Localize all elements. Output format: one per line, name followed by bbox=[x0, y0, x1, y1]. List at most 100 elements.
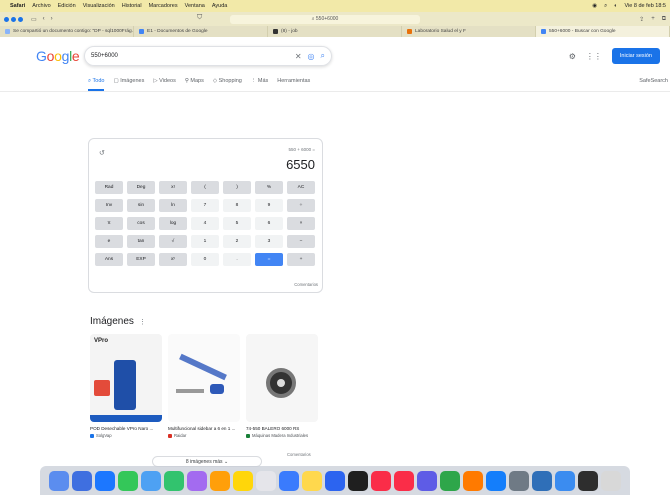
search-icon[interactable]: ⌕ bbox=[321, 51, 325, 61]
calculator-key[interactable]: sin bbox=[127, 199, 155, 212]
calculator-key[interactable]: 3 bbox=[255, 235, 283, 248]
calculator-key[interactable]: AC bbox=[287, 181, 315, 194]
calculator-key[interactable]: cos bbox=[127, 217, 155, 230]
dock-app-icon[interactable] bbox=[72, 470, 92, 491]
search-tab[interactable]: ◇ Shopping bbox=[213, 78, 242, 91]
search-tab[interactable]: ⋮ Más bbox=[251, 78, 268, 91]
forward-icon[interactable]: › bbox=[51, 16, 53, 23]
menu-item[interactable]: Visualización bbox=[83, 3, 115, 9]
calculator-key[interactable]: Rad bbox=[95, 181, 123, 194]
dock-app-icon[interactable] bbox=[141, 470, 161, 491]
image-card[interactable]: VPro POD Desechable VPro Naro ... SolgVa… bbox=[90, 334, 162, 438]
dock-app-icon[interactable] bbox=[279, 470, 299, 491]
dock-app-icon[interactable] bbox=[509, 470, 529, 491]
calculator-key[interactable]: xʸ bbox=[159, 253, 187, 266]
image-caption[interactable]: 74-550 BALERO 6000 RS bbox=[246, 426, 318, 431]
dock-app-icon[interactable] bbox=[440, 470, 460, 491]
calculator-key[interactable]: π bbox=[95, 217, 123, 230]
dock-app-icon[interactable] bbox=[371, 470, 391, 491]
dock-app-icon[interactable] bbox=[532, 470, 552, 491]
gear-icon[interactable]: ⚙ bbox=[569, 52, 576, 61]
search-tab[interactable]: ⌕ Todo bbox=[88, 78, 105, 91]
minimize-window-icon[interactable] bbox=[11, 16, 16, 22]
apps-icon[interactable]: ⋮⋮ bbox=[586, 52, 602, 61]
menu-item[interactable]: Edición bbox=[58, 3, 76, 9]
calculator-key[interactable]: tan bbox=[127, 235, 155, 248]
calculator-key[interactable]: 9 bbox=[255, 199, 283, 212]
image-source[interactable]: Máquinas Madera Industriales bbox=[246, 433, 318, 438]
dock-app-icon[interactable] bbox=[578, 470, 598, 491]
more-options-icon[interactable]: ⋮ bbox=[139, 319, 146, 326]
menu-item[interactable]: Safari bbox=[10, 3, 25, 9]
calculator-key[interactable]: EXP bbox=[127, 253, 155, 266]
calculator-key[interactable]: − bbox=[287, 235, 315, 248]
search-tab[interactable]: ▷ Videos bbox=[153, 78, 175, 91]
calculator-key[interactable]: √ bbox=[159, 235, 187, 248]
image-thumbnail[interactable] bbox=[168, 334, 240, 422]
images-feedback-link[interactable]: Comentarios bbox=[287, 452, 311, 457]
image-source[interactable]: Raidar bbox=[168, 433, 240, 438]
dock-app-icon[interactable] bbox=[486, 470, 506, 491]
dock-app-icon[interactable] bbox=[348, 470, 368, 491]
close-icon[interactable]: ✕ bbox=[295, 52, 302, 61]
calculator-feedback-link[interactable]: Comentarios bbox=[294, 282, 318, 287]
calculator-key[interactable]: × bbox=[287, 217, 315, 230]
menu-item[interactable]: Ayuda bbox=[212, 3, 228, 9]
calculator-key[interactable]: x! bbox=[159, 181, 187, 194]
calculator-key[interactable]: 2 bbox=[223, 235, 251, 248]
new-tab-icon[interactable]: + bbox=[651, 16, 655, 23]
browser-tab[interactable]: Se compartió un documento contigo: "DP -… bbox=[0, 26, 134, 37]
browser-tab[interactable]: Laboratorio Salud el y F bbox=[402, 26, 536, 37]
privacy-shield-icon[interactable]: ⛉ bbox=[197, 14, 202, 22]
calculator-key[interactable]: + bbox=[287, 253, 315, 266]
calculator-key[interactable]: ln bbox=[159, 199, 187, 212]
calculator-key[interactable]: % bbox=[255, 181, 283, 194]
dock-app-icon[interactable] bbox=[164, 470, 184, 491]
search-tab[interactable]: ⚲ Maps bbox=[185, 78, 204, 91]
search-icon[interactable]: ⌕ bbox=[604, 3, 607, 10]
control-center-icon[interactable]: ◐ bbox=[614, 3, 617, 9]
calculator-key[interactable]: ÷ bbox=[287, 199, 315, 212]
dock-app-icon[interactable] bbox=[49, 470, 69, 491]
google-logo[interactable]: Google bbox=[36, 48, 80, 64]
search-tab[interactable]: ▢ Imágenes bbox=[113, 78, 144, 91]
tab-overview-icon[interactable]: ⧉ bbox=[662, 16, 666, 23]
calculator-key[interactable]: 7 bbox=[191, 199, 219, 212]
safesearch-button[interactable]: SafeSearch bbox=[639, 78, 668, 84]
dock-app-icon[interactable] bbox=[417, 470, 437, 491]
calculator-key[interactable]: 1 bbox=[191, 235, 219, 248]
browser-tab[interactable]: E1 - Documentos de Google bbox=[134, 26, 268, 37]
calculator-key[interactable]: ) bbox=[223, 181, 251, 194]
dock-app-icon[interactable] bbox=[394, 470, 414, 491]
wifi-icon[interactable]: ◉ bbox=[592, 3, 597, 9]
search-tab[interactable]: Herramientas bbox=[277, 78, 310, 91]
zoom-window-icon[interactable] bbox=[18, 16, 23, 22]
history-icon[interactable]: ↺ bbox=[99, 149, 105, 157]
close-window-icon[interactable] bbox=[4, 16, 9, 22]
dock-app-icon[interactable] bbox=[555, 470, 575, 491]
image-caption[interactable]: Multifuncional sidebar a 6 en 1 ... bbox=[168, 426, 240, 431]
image-source[interactable]: SolgVap bbox=[90, 433, 162, 438]
calculator-key[interactable]: e bbox=[95, 235, 123, 248]
calculator-key[interactable]: 4 bbox=[191, 217, 219, 230]
search-input[interactable]: 550+6000 ✕ ◎ ⌕ bbox=[84, 46, 332, 66]
dock-app-icon[interactable] bbox=[233, 470, 253, 491]
back-icon[interactable]: ‹ bbox=[43, 16, 45, 23]
calculator-key[interactable]: ( bbox=[191, 181, 219, 194]
clock[interactable]: Vie 8 de feb 18:5 bbox=[625, 3, 667, 9]
image-thumbnail[interactable]: VPro bbox=[90, 334, 162, 422]
calculator-key[interactable]: 8 bbox=[223, 199, 251, 212]
calculator-key[interactable]: log bbox=[159, 217, 187, 230]
browser-tab[interactable]: (8) - job bbox=[268, 26, 402, 37]
calculator-key[interactable]: = bbox=[255, 253, 283, 266]
image-card[interactable]: Multifuncional sidebar a 6 en 1 ... Raid… bbox=[168, 334, 240, 438]
calculator-key[interactable]: Inv bbox=[95, 199, 123, 212]
menu-item[interactable]: Ventana bbox=[185, 3, 205, 9]
signin-button[interactable]: Iniciar sesión bbox=[611, 48, 660, 64]
image-card[interactable]: 74-550 BALERO 6000 RS Máquinas Madera In… bbox=[246, 334, 318, 438]
dock-app-icon[interactable] bbox=[463, 470, 483, 491]
calculator-key[interactable]: Deg bbox=[127, 181, 155, 194]
dock-app-icon[interactable] bbox=[95, 470, 115, 491]
menu-item[interactable]: Historial bbox=[122, 3, 142, 9]
search-query[interactable]: 550+6000 bbox=[91, 53, 289, 59]
